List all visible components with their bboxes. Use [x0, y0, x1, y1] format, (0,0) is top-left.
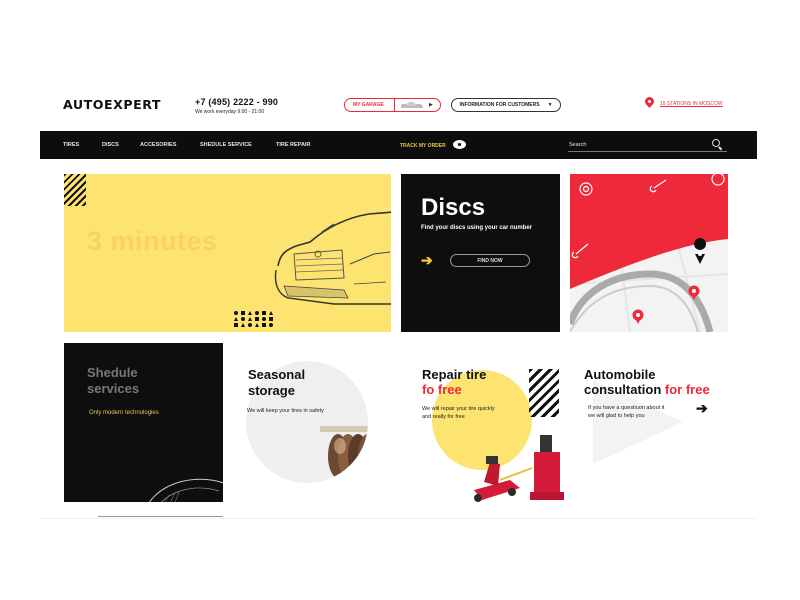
nav-item-accesories[interactable]: ACCESORIES: [140, 142, 176, 148]
arrow-right-icon[interactable]: ➔: [696, 400, 708, 417]
my-garage-label: MY GARAGE: [345, 99, 395, 111]
main-nav: TIRES DISCS ACCESORIES SHEDULE SERVICE T…: [40, 131, 757, 159]
working-hours: We work everyday 9:00 - 21:00: [195, 109, 265, 115]
discs-title: Discs: [421, 194, 486, 221]
shedule-services-tile[interactable]: Shedule services Only modern technologie…: [64, 343, 223, 502]
storage-title-line2: storage: [248, 383, 295, 398]
tire-illustration: [149, 478, 223, 502]
tires-photo: [320, 426, 368, 478]
consult-title: Automobile consultation for free: [584, 367, 710, 397]
shedule-title-line2: services: [87, 381, 140, 396]
map-illustration: [570, 174, 728, 332]
find-now-button[interactable]: FIND NOW: [450, 254, 530, 267]
stations-link[interactable]: 15 STATIONS IN MOSCOW: [645, 97, 723, 110]
repair-title-line2: fo free: [422, 382, 462, 397]
hatch-decoration: [529, 369, 559, 417]
chevron-down-icon: ▼: [547, 102, 553, 108]
repair-title: Repair tire fo free: [422, 367, 486, 397]
storage-title-line1: Seasonal: [248, 367, 306, 382]
car-icon: [401, 101, 423, 109]
track-order-link[interactable]: TRACK MY ORDER: [400, 143, 446, 149]
caret-right-icon: ▶: [429, 102, 433, 108]
dots-decoration: [234, 311, 274, 327]
eye-icon[interactable]: [453, 140, 466, 149]
info-for-customers-dropdown[interactable]: INFORMATION FOR CUSTOMERS ▼: [451, 98, 561, 112]
stations-map-tile[interactable]: [570, 174, 728, 332]
nav-item-shedule-service[interactable]: SHEDULE SERVICE: [200, 142, 252, 148]
footer-divider: [40, 518, 757, 519]
my-garage-button[interactable]: MY GARAGE ▶: [344, 98, 441, 112]
search-icon[interactable]: [712, 139, 720, 147]
divider: [98, 516, 223, 517]
consult-subtitle-line1: If you have a questiuon about it: [588, 405, 665, 411]
storage-subtitle: We will keep your tires in safety: [247, 408, 324, 414]
promo-title: 3 minutes: [87, 226, 218, 256]
storage-title: Seasonal storage: [248, 367, 305, 399]
search-input[interactable]: [568, 138, 727, 152]
hatch-decoration: [64, 174, 86, 206]
shedule-subtitle: Only modern technologies: [89, 410, 159, 416]
stations-label: 15 STATIONS IN MOSCOW: [660, 100, 723, 107]
arrow-right-icon: ➔: [421, 252, 433, 268]
consult-subtitle-line2: we will glad to help you: [588, 413, 645, 419]
repair-subtitle: We will repair your tire quickly and rea…: [422, 405, 495, 421]
consult-title-line1: Automobile: [584, 367, 656, 382]
logo[interactable]: AUTOEXPERT: [63, 98, 161, 112]
repair-title-line1: Repair tire: [422, 367, 487, 382]
shedule-title: Shedule services: [87, 365, 139, 397]
repair-tire-tile[interactable]: Repair tire fo free We will repair your …: [415, 355, 570, 505]
repair-subtitle-line2: and really for free: [422, 414, 465, 420]
nav-item-tires[interactable]: TIRES: [63, 142, 79, 148]
nav-item-discs[interactable]: DISCS: [102, 142, 119, 148]
consult-title-line2: consultation: [584, 382, 662, 397]
promo-tile[interactable]: 3 minutes: [64, 174, 391, 332]
car-illustration: [274, 211, 391, 305]
info-for-customers-label: INFORMATION FOR CUSTOMERS: [459, 102, 540, 108]
shedule-title-line1: Shedule: [87, 365, 138, 380]
consult-title-highlight: for free: [664, 382, 710, 397]
jack-illustration: [474, 435, 564, 502]
discs-tile: Discs Find your discs using your car num…: [401, 174, 560, 332]
consult-subtitle: If you have a questiuon about it we will…: [588, 404, 664, 420]
location-pin-icon: [645, 97, 654, 110]
nav-item-tire-repair[interactable]: TIRE REPAIR: [276, 142, 310, 148]
consultation-tile[interactable]: Automobile consultation for free If you …: [580, 360, 730, 470]
repair-subtitle-line1: We will repair your tire quickly: [422, 406, 495, 412]
discs-subtitle: Find your discs using your car number: [421, 225, 533, 231]
seasonal-storage-tile[interactable]: Seasonal storage We will keep your tires…: [240, 355, 380, 495]
phone-number[interactable]: +7 (495) 2222 - 990: [195, 97, 278, 107]
